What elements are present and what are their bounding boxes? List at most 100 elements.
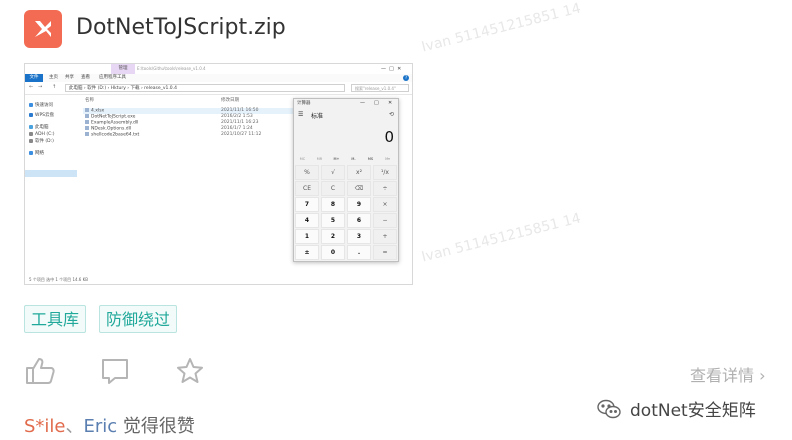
help-icon[interactable]: ? xyxy=(403,75,409,81)
tag-toolkit[interactable]: 工具库 xyxy=(24,305,87,333)
star-icon xyxy=(29,102,33,107)
sidebar-item-label: WPS云盘 xyxy=(35,113,55,118)
memory-row: MC MR M+ M- MS M▾ xyxy=(294,155,398,163)
back-arrow-icon[interactable]: ← xyxy=(29,84,33,90)
calc-key-2[interactable]: 2 xyxy=(321,229,345,244)
calc-key-backspace[interactable]: ⌫ xyxy=(347,181,371,196)
memory-button[interactable]: MC xyxy=(294,155,311,163)
screenshot-image[interactable]: 管理 E:\tools\Githu\tools\release_v1.0.4 —… xyxy=(24,63,413,285)
calc-key-negate[interactable]: ± xyxy=(295,245,319,260)
calc-key-c[interactable]: C xyxy=(321,181,345,196)
sidebar-item-label: 网络 xyxy=(35,151,44,156)
file-row[interactable]: shellcode2base64.txt xyxy=(85,132,139,138)
sidebar-item-drive-d[interactable]: 软件 (D:) xyxy=(29,138,54,145)
calc-key-multiply[interactable]: × xyxy=(373,197,397,212)
address-input[interactable]: 此电脑 › 软件 (D:) › Hktury › 下载 › release_v1… xyxy=(65,84,345,92)
calculator-display: 0 xyxy=(384,128,394,146)
watermark-text: Ivan 511451215851 14 xyxy=(420,0,583,56)
star-icon[interactable] xyxy=(174,355,208,389)
file-title[interactable]: DotNetToJScript.zip xyxy=(76,15,286,40)
calc-key-decimal[interactable]: . xyxy=(347,245,371,260)
explorer-window-path: E:\tools\Githu\tools\release_v1.0.4 xyxy=(137,66,206,71)
explorer-search-input[interactable]: 搜索"release_v1.0.4" xyxy=(351,84,409,92)
calculator-mode: 标准 xyxy=(311,113,324,120)
forward-arrow-icon[interactable]: → xyxy=(38,84,42,90)
calc-key-6[interactable]: 6 xyxy=(347,213,371,228)
calc-key-5[interactable]: 5 xyxy=(321,213,345,228)
calc-key-plus[interactable]: + xyxy=(373,229,397,244)
hamburger-menu-icon[interactable]: ☰ xyxy=(298,111,303,118)
memory-button[interactable]: MR xyxy=(311,155,328,163)
wechat-icon xyxy=(597,399,621,418)
file-icon xyxy=(85,132,89,136)
view-details-link[interactable]: 查看详情 › xyxy=(690,362,766,386)
calc-key-ce[interactable]: CE xyxy=(295,181,319,196)
explorer-sidebar: 快速访问 WPS云盘 此电脑 ADH (C:) 软件 (D:) 网络 xyxy=(25,96,77,272)
up-arrow-icon[interactable]: ↑ xyxy=(52,84,56,90)
calc-key-sqrt[interactable]: √ xyxy=(321,165,345,180)
sidebar-item-label: 快速访问 xyxy=(35,103,53,108)
ribbon-tab-share[interactable]: 共享 xyxy=(65,74,74,82)
file-name: NDesk.Options.dll xyxy=(91,126,132,132)
sidebar-item-wps-cloud[interactable]: WPS云盘 xyxy=(29,112,54,119)
memory-button[interactable]: MS xyxy=(362,155,379,163)
maximize-icon[interactable]: □ xyxy=(374,99,379,108)
sidebar-item-label: 此电脑 xyxy=(35,125,49,130)
calc-key-3[interactable]: 3 xyxy=(347,229,371,244)
calculator-titlebar: 计算器 xyxy=(294,99,398,108)
explorer-status-bar: 5 个项目 选中 1 个项目 14.6 KB xyxy=(25,276,412,284)
ribbon-tab-home[interactable]: 主页 xyxy=(49,74,58,82)
sidebar-selection xyxy=(25,170,77,177)
calc-key-1[interactable]: 1 xyxy=(295,229,319,244)
memory-button[interactable]: M▾ xyxy=(379,155,396,163)
calc-key-reciprocal[interactable]: ¹/x xyxy=(373,165,397,180)
calc-key-4[interactable]: 4 xyxy=(295,213,319,228)
sidebar-item-network[interactable]: 网络 xyxy=(29,150,44,157)
tag-defense-evasion[interactable]: 防御绕过 xyxy=(99,305,178,333)
explorer-window-controls[interactable]: — □ ✕ xyxy=(381,64,401,74)
memory-button[interactable]: M+ xyxy=(328,155,345,163)
calculator-window[interactable]: 计算器 — □ ✕ ☰ 标准 ⟲ 0 MC MR M+ M- MS M▾ % √… xyxy=(293,98,399,262)
close-icon[interactable]: ✕ xyxy=(388,99,392,108)
calc-key-minus[interactable]: − xyxy=(373,213,397,228)
brand-watermark: dotNet安全矩阵 xyxy=(596,396,756,421)
sidebar-item-label: ADH (C:) xyxy=(35,132,55,137)
like-user-link[interactable]: S*ile xyxy=(24,416,66,437)
minimize-icon[interactable]: — xyxy=(360,99,365,108)
file-icon xyxy=(85,114,89,118)
likes-suffix: 觉得很赞 xyxy=(122,416,195,437)
sidebar-item-drive-c[interactable]: ADH (C:) xyxy=(29,131,55,138)
sidebar-item-quick-access[interactable]: 快速访问 xyxy=(29,102,53,109)
column-header-name[interactable]: 名称 xyxy=(85,97,94,103)
like-separator: 、 xyxy=(65,416,84,437)
cloud-icon xyxy=(29,112,33,117)
drive-icon xyxy=(29,138,33,143)
calc-key-9[interactable]: 9 xyxy=(347,197,371,212)
column-header-date[interactable]: 修改日期 xyxy=(221,97,239,103)
file-name: DotNetToJScript.exe xyxy=(91,114,136,120)
file-icon xyxy=(85,126,89,130)
file-name: shellcode2base64.txt xyxy=(91,132,140,138)
file-date: 2021/10/27 11:12 xyxy=(221,132,262,137)
file-icon xyxy=(85,120,89,124)
explorer-manage-tab[interactable]: 管理 xyxy=(111,64,135,74)
brand-name: dotNet安全矩阵 xyxy=(630,401,756,421)
calc-key-divide[interactable]: ÷ xyxy=(373,181,397,196)
likes-summary: S*ile、Eric 觉得很赞 xyxy=(24,412,195,438)
calc-key-0[interactable]: 0 xyxy=(321,245,345,260)
calc-key-8[interactable]: 8 xyxy=(321,197,345,212)
sidebar-item-this-pc[interactable]: 此电脑 xyxy=(29,124,49,131)
thumbs-up-icon[interactable] xyxy=(24,355,58,389)
calc-key-equals[interactable]: = xyxy=(373,245,397,260)
ribbon-tab-view[interactable]: 查看 xyxy=(81,74,90,82)
comment-icon[interactable] xyxy=(99,355,133,389)
like-user-link[interactable]: Eric xyxy=(84,416,118,437)
calc-key-7[interactable]: 7 xyxy=(295,197,319,212)
memory-button[interactable]: M- xyxy=(345,155,362,163)
calc-key-square[interactable]: x² xyxy=(347,165,371,180)
history-icon[interactable]: ⟲ xyxy=(389,111,394,118)
calc-key-percent[interactable]: % xyxy=(295,165,319,180)
sidebar-item-label: 软件 (D:) xyxy=(35,139,54,144)
ribbon-tab-file[interactable]: 文件 xyxy=(25,74,43,82)
ribbon-tab-app-tools[interactable]: 应用程序工具 xyxy=(99,74,126,82)
